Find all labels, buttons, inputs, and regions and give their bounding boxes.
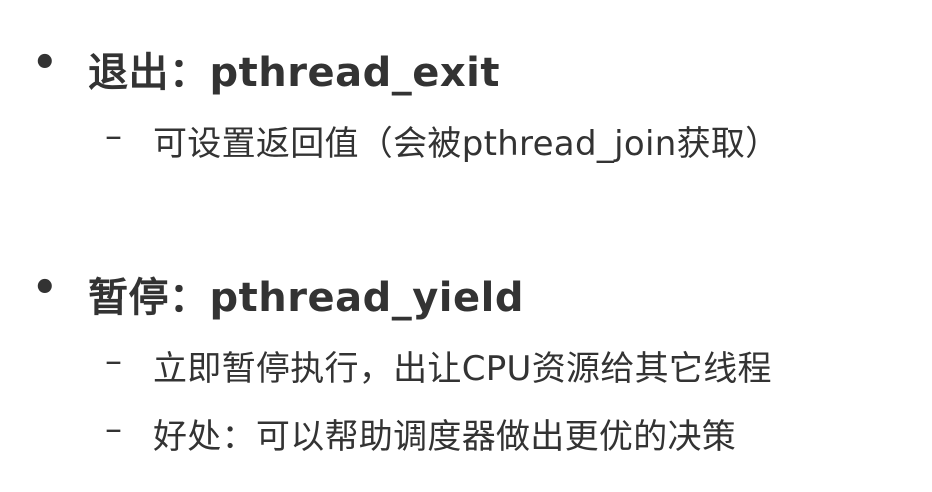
bullet-text: 暂停：pthread_yield <box>88 275 524 321</box>
bullet-text: 退出：pthread_exit <box>88 50 500 96</box>
sub-item-text: 立即暂停执行，出让CPU资源给其它线程 <box>153 349 772 389</box>
dash-marker: – <box>105 116 122 156</box>
bullet-marker: • <box>32 265 58 311</box>
sub-item-text: 好处：可以帮助调度器做出更优的决策 <box>153 417 737 457</box>
bullet-marker: • <box>32 40 58 86</box>
dash-marker: – <box>105 341 122 381</box>
slide: • 退出：pthread_exit – 可设置返回值（会被pthread_joi… <box>0 0 932 492</box>
dash-marker: – <box>105 409 122 449</box>
sub-item-text: 可设置返回值（会被pthread_join获取） <box>153 124 780 164</box>
